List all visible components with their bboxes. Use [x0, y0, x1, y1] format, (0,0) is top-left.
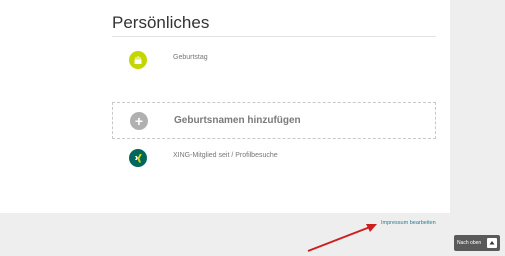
profile-page: Persönliches Geburtstag + Geburtsnamen h… [0, 0, 505, 256]
back-to-top-button[interactable]: Nach oben [454, 235, 500, 251]
impressum-edit-link[interactable]: Impressum bearbeiten [381, 220, 436, 226]
add-birth-name-button[interactable]: + Geburtsnamen hinzufügen [112, 102, 436, 139]
section-divider [112, 36, 436, 37]
back-to-top-label: Nach oben [457, 240, 482, 246]
side-gutter [450, 0, 505, 213]
xing-member-label: XING-Mitglied seit / Profilbesuche [173, 152, 278, 159]
add-birth-name-label: Geburtsnamen hinzufügen [174, 115, 301, 126]
plus-icon: + [130, 112, 148, 130]
personal-section-card: Persönliches Geburtstag + Geburtsnamen h… [0, 0, 450, 213]
birthday-label: Geburtstag [173, 54, 208, 61]
birthday-cake-icon [129, 51, 147, 69]
annotation-arrow-icon [307, 224, 377, 252]
xing-member-row: XING-Mitglied seit / Profilbesuche [112, 149, 436, 173]
chevron-up-icon [487, 238, 497, 248]
birthday-row: Geburtstag [112, 51, 436, 75]
section-title: Persönliches [112, 13, 210, 32]
xing-logo-icon [129, 149, 147, 167]
